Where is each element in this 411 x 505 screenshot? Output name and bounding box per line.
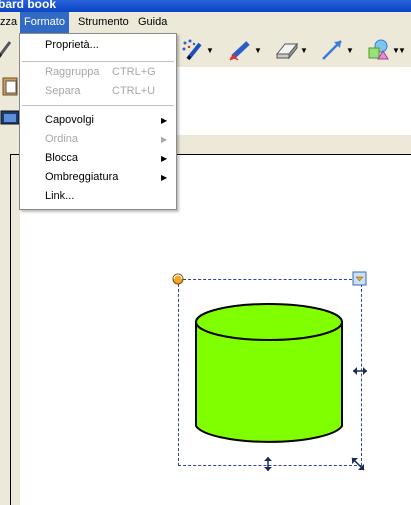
chevron-down-icon[interactable]: ▼ xyxy=(300,46,308,55)
menu-separator xyxy=(22,61,174,62)
line-icon xyxy=(322,40,342,60)
menu-strumento[interactable]: Strumento xyxy=(74,12,133,33)
menu-guida[interactable]: Guida xyxy=(134,12,171,33)
more-tools-button[interactable]: ▼ xyxy=(398,37,411,63)
menu-item-properties[interactable]: Proprietà... xyxy=(21,36,175,55)
resize-horizontal-handle-icon[interactable] xyxy=(351,363,369,379)
submenu-arrow-icon: ▶ xyxy=(161,154,168,163)
shapes-icon xyxy=(368,39,389,60)
chevron-down-icon[interactable]: ▼ xyxy=(254,46,262,55)
menu-item-ungroup[interactable]: Separa CTRL+U xyxy=(21,82,175,101)
menu-separator xyxy=(22,105,174,106)
menu-item-order[interactable]: Ordina ▶ xyxy=(21,130,175,149)
submenu-arrow-icon: ▶ xyxy=(161,116,168,125)
shortcut-label: CTRL+U xyxy=(112,85,156,97)
highlighter-icon xyxy=(229,41,250,61)
shortcut-label: CTRL+G xyxy=(112,66,156,78)
clipboard-icon xyxy=(2,77,18,96)
eraser-icon xyxy=(275,42,299,60)
page-edge-left xyxy=(10,154,11,505)
rotate-handle-icon[interactable] xyxy=(170,271,186,287)
highlighter-tool-button[interactable]: ▼ xyxy=(226,37,264,63)
window-title-bar: bard book xyxy=(0,0,411,12)
window-title: bard book xyxy=(0,0,57,11)
cylinder-shape[interactable] xyxy=(194,302,346,448)
shape-menu-handle-icon[interactable] xyxy=(352,271,368,287)
chevron-down-icon[interactable]: ▼ xyxy=(398,46,406,55)
magic-pen-tool-button[interactable]: ▼ xyxy=(178,37,216,63)
eraser-tool-button[interactable]: ▼ xyxy=(272,37,310,63)
menu-item-lock[interactable]: Blocca ▶ xyxy=(21,149,175,168)
page-margin-left xyxy=(0,135,10,505)
submenu-arrow-icon: ▶ xyxy=(161,135,168,144)
line-tool-button[interactable]: ▼ xyxy=(318,37,356,63)
menu-visualizza[interactable]: zza xyxy=(0,12,21,33)
menu-formato[interactable]: Formato xyxy=(20,12,69,33)
menu-item-link[interactable]: Link... xyxy=(21,187,175,206)
magic-pen-icon xyxy=(182,39,202,61)
shapes-tool-button[interactable]: ▼ xyxy=(364,37,402,63)
chevron-down-icon[interactable]: ▼ xyxy=(346,46,354,55)
screen-capture-tool-button[interactable] xyxy=(0,107,20,129)
menu-bar: zza Formato Strumento Guida xyxy=(0,12,411,34)
menu-item-shadow[interactable]: Ombreggiatura ▶ xyxy=(21,168,175,187)
menu-item-group[interactable]: Raggruppa CTRL+G xyxy=(21,63,175,82)
chevron-down-icon[interactable]: ▼ xyxy=(206,46,214,55)
format-menu: Proprietà... Raggruppa CTRL+G Separa CTR… xyxy=(19,33,177,210)
menu-item-flip[interactable]: Capovolgi ▶ xyxy=(21,111,175,130)
monitor-icon xyxy=(0,110,20,125)
pen-icon xyxy=(0,41,12,58)
paste-tool-button[interactable] xyxy=(0,75,20,97)
resize-diagonal-handle-icon[interactable] xyxy=(350,456,366,472)
resize-vertical-handle-icon[interactable] xyxy=(260,455,276,473)
pen-tool-button[interactable] xyxy=(0,37,14,63)
submenu-arrow-icon: ▶ xyxy=(161,173,168,182)
